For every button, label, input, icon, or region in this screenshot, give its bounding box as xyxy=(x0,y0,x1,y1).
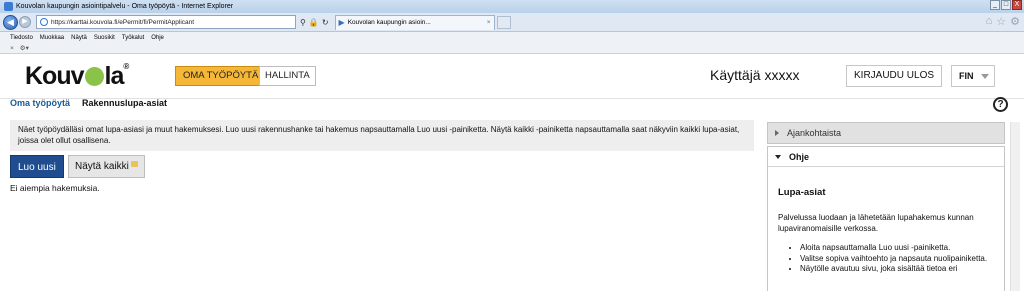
menu-bar: Tiedosto Muokkaa Näytä Suosikit Työkalut… xyxy=(0,32,1024,43)
info-box: Näet työpöydälläsi omat lupa-asiasi ja m… xyxy=(10,120,754,151)
chevron-down-icon xyxy=(981,74,989,79)
home-icon[interactable]: ⌂ xyxy=(986,15,993,28)
page-scrollbar[interactable] xyxy=(1010,122,1020,291)
help-list-item: Näytölle avautuu sivu, joka sisältää tie… xyxy=(800,264,994,275)
tab-title: Kouvolan kaupungin asioin... xyxy=(347,19,431,26)
back-button[interactable]: ◀ xyxy=(3,14,18,30)
menu-view[interactable]: Näytä xyxy=(71,35,87,41)
breadcrumb-my-desk[interactable]: Oma työpöytä xyxy=(10,98,70,108)
news-panel-title: Ajankohtaista xyxy=(787,128,842,138)
language-value: FIN xyxy=(959,71,974,81)
caret-right-icon xyxy=(775,130,779,136)
address-bar[interactable]: https://karttai.kouvola.fi/ePermit/fi/Pe… xyxy=(36,15,296,29)
kouvola-logo[interactable]: Kouv la® xyxy=(25,62,129,91)
menu-tools[interactable]: Työkalut xyxy=(122,35,144,41)
user-name: Käyttäjä xxxxx xyxy=(710,67,800,83)
browser-tab[interactable]: ▶ Kouvolan kaupungin asioin... × xyxy=(334,14,495,30)
new-tab-button[interactable] xyxy=(496,15,511,29)
address-row: ◀ ▶ https://karttai.kouvola.fi/ePermit/f… xyxy=(0,13,1024,32)
empty-message: Ei aiempia hakemuksia. xyxy=(10,183,100,193)
close-x-icon[interactable]: × xyxy=(10,45,14,52)
browser-icons: ⌂ ☆ ⚙ xyxy=(986,15,1020,28)
caret-down-icon xyxy=(775,154,781,159)
lock-icon xyxy=(130,161,138,167)
page-icon xyxy=(40,18,48,26)
show-all-button[interactable]: Näytä kaikki xyxy=(68,155,145,178)
help-paragraph: Palvelussa luodaan ja lähetetään lupahak… xyxy=(778,213,974,233)
help-list-item: Aloita napsauttamalla Luo uusi -painiket… xyxy=(800,243,994,254)
tab-favicon-icon: ▶ xyxy=(338,18,345,27)
create-new-button[interactable]: Luo uusi xyxy=(10,155,64,178)
help-panel-header[interactable]: Ohje xyxy=(768,147,1004,167)
nav-my-desk-button[interactable]: OMA TYÖPÖYTÄ xyxy=(175,66,267,86)
site-header: Kouv la® OMA TYÖPÖYTÄ HALLINTA Käyttäjä x… xyxy=(0,54,1024,99)
breadcrumb: Oma työpöytä Rakennuslupa-asiat xyxy=(10,98,167,108)
window-title: Kouvolan kaupungin asiointipalvelu - Oma… xyxy=(16,3,234,10)
window-titlebar: Kouvolan kaupungin asiointipalvelu - Oma… xyxy=(0,0,1024,13)
help-content: Lupa-asiat Palvelussa luodaan ja lähetet… xyxy=(768,187,1004,275)
gear-icon[interactable]: ⚙ xyxy=(1010,15,1020,28)
help-list-item: Valitse sopiva vaihtoehto ja napsauta nu… xyxy=(800,254,994,265)
registered-icon: ® xyxy=(123,62,129,71)
show-all-label: Näytä kaikki xyxy=(75,161,129,172)
lock-icon[interactable]: 🔒 xyxy=(309,18,319,27)
help-icon[interactable]: ? xyxy=(993,97,1008,112)
news-panel-header[interactable]: Ajankohtaista xyxy=(768,123,1004,143)
forward-button[interactable]: ▶ xyxy=(19,16,31,28)
menu-edit[interactable]: Muokkaa xyxy=(40,35,64,41)
minimize-button[interactable]: _ xyxy=(990,0,1000,10)
favorites-gear-icon[interactable]: ⚙▾ xyxy=(20,44,29,52)
address-tools: ⚲ 🔒 ↻ xyxy=(300,18,329,27)
news-panel[interactable]: Ajankohtaista xyxy=(767,122,1005,144)
address-url: https://karttai.kouvola.fi/ePermit/fi/Pe… xyxy=(51,18,195,26)
help-heading: Lupa-asiat xyxy=(778,187,826,198)
help-panel-title: Ohje xyxy=(789,151,810,162)
close-window-button[interactable]: X xyxy=(1012,0,1022,10)
command-row: × ⚙▾ xyxy=(0,43,1024,54)
menu-favorites[interactable]: Suosikit xyxy=(94,35,115,41)
refresh-icon[interactable]: ↻ xyxy=(322,18,329,27)
logo-circle-icon xyxy=(84,67,104,86)
breadcrumb-permits[interactable]: Rakennuslupa-asiat xyxy=(82,98,167,108)
language-select[interactable]: FIN xyxy=(951,65,995,87)
logo-text-start: Kouv xyxy=(25,62,84,90)
window-controls: _ □ X xyxy=(990,0,1022,10)
nav-admin-button[interactable]: HALLINTA xyxy=(259,66,316,86)
search-icon[interactable]: ⚲ xyxy=(300,18,306,27)
maximize-button[interactable]: □ xyxy=(1001,0,1011,10)
menu-file[interactable]: Tiedosto xyxy=(10,35,33,41)
ie-icon xyxy=(4,2,13,11)
favorites-star-icon[interactable]: ☆ xyxy=(996,15,1006,28)
tab-close-icon[interactable]: × xyxy=(487,19,491,26)
logout-button[interactable]: KIRJAUDU ULOS xyxy=(846,65,943,87)
help-list: Aloita napsauttamalla Luo uusi -painiket… xyxy=(778,243,994,275)
logo-text-end: la xyxy=(104,62,125,90)
menu-help[interactable]: Ohje xyxy=(151,35,164,41)
help-panel: Ohje Lupa-asiat Palvelussa luodaan ja lä… xyxy=(767,146,1005,291)
